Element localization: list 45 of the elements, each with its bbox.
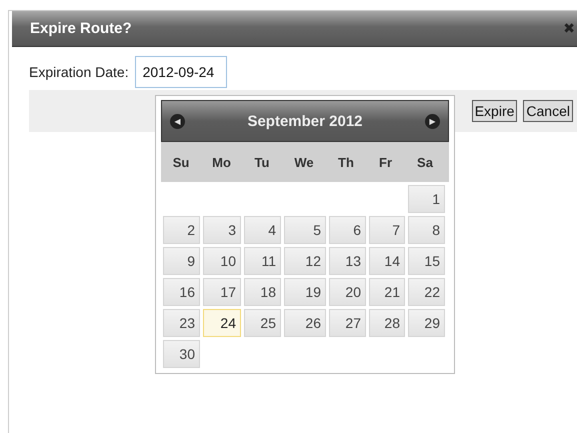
previous-month-button[interactable]: ◀ bbox=[170, 114, 185, 128]
weekday-label: Su bbox=[172, 154, 190, 170]
day-cell[interactable]: 23 bbox=[163, 309, 200, 337]
day-cell[interactable]: 6 bbox=[329, 216, 366, 244]
day-cell[interactable]: 25 bbox=[244, 309, 281, 337]
day-cell[interactable]: 20 bbox=[329, 278, 366, 306]
weekday-label: We bbox=[293, 154, 315, 170]
day-cell[interactable]: 2 bbox=[163, 216, 200, 244]
weekday-label: Tu bbox=[254, 154, 270, 170]
day-cell[interactable]: 1 bbox=[408, 185, 445, 213]
day-cell[interactable]: 22 bbox=[408, 278, 445, 306]
day-cell[interactable]: 10 bbox=[203, 247, 241, 275]
day-cell[interactable]: 26 bbox=[284, 309, 326, 337]
day-cell[interactable]: 17 bbox=[203, 278, 241, 306]
weekday-label: Sa bbox=[416, 154, 434, 170]
day-cell[interactable]: 27 bbox=[329, 309, 366, 337]
day-cell[interactable]: 19 bbox=[284, 278, 326, 306]
day-cell[interactable]: 3 bbox=[203, 216, 241, 244]
dialog-button[interactable]: Cancel bbox=[523, 100, 573, 122]
day-cell[interactable]: 24 bbox=[203, 309, 241, 337]
next-month-button[interactable]: ▶ bbox=[424, 114, 440, 128]
day-cell[interactable]: 18 bbox=[244, 278, 281, 306]
day-cell[interactable]: 5 bbox=[284, 216, 326, 244]
month-title: September 2012 bbox=[247, 112, 363, 130]
day-cell[interactable]: 13 bbox=[329, 247, 366, 275]
day-cell[interactable]: 8 bbox=[408, 216, 445, 244]
weekday-label: Th bbox=[337, 154, 355, 170]
day-cell[interactable]: 7 bbox=[369, 216, 405, 244]
day-cell[interactable]: 30 bbox=[163, 340, 200, 368]
day-cell[interactable]: 9 bbox=[163, 247, 200, 275]
day-cell[interactable]: 28 bbox=[369, 309, 405, 337]
dialog-title: Expire Route? bbox=[30, 20, 132, 37]
date-field[interactable]: 2012-09-24 bbox=[134, 56, 227, 88]
weekday-label: Mo bbox=[211, 154, 232, 170]
day-cell[interactable]: 29 bbox=[408, 309, 445, 337]
day-cell[interactable]: 4 bbox=[244, 216, 281, 244]
day-cell[interactable]: 16 bbox=[163, 278, 200, 306]
dialog-button[interactable]: Expire bbox=[472, 100, 518, 122]
day-cell[interactable]: 12 bbox=[284, 247, 326, 275]
field-label: Expiration Date: bbox=[29, 64, 129, 80]
weekday-label: Fr bbox=[378, 154, 393, 170]
day-cell[interactable]: 21 bbox=[369, 278, 405, 306]
day-cell[interactable]: 15 bbox=[408, 247, 445, 275]
day-cell[interactable]: 14 bbox=[369, 247, 405, 275]
day-cell[interactable]: 11 bbox=[244, 247, 281, 275]
